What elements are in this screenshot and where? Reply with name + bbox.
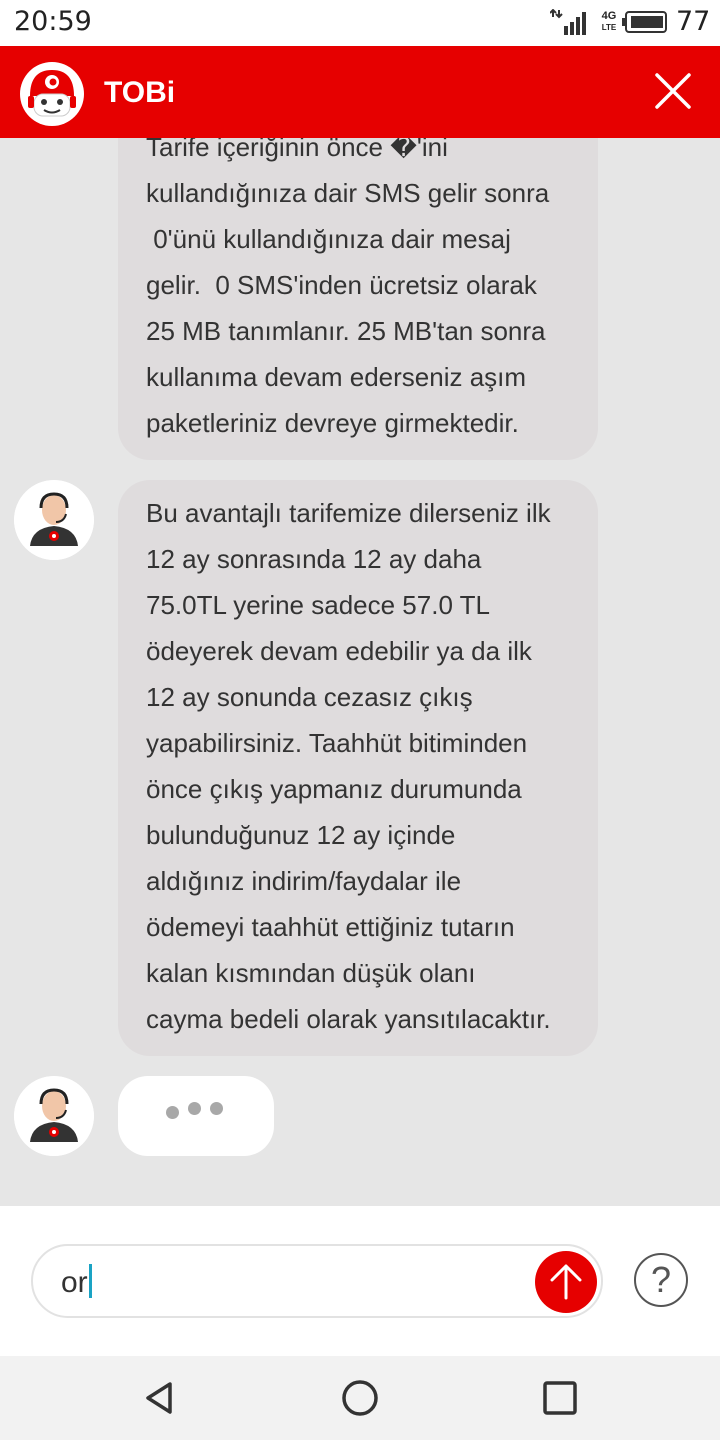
message-line: 75.0TL yerine sadece 57.0 TL — [146, 590, 491, 620]
status-time: 20:59 — [14, 6, 92, 37]
message-line: 25 MB tanımlanır. 25 MB'tan sonra — [146, 316, 546, 346]
typing-dot — [166, 1106, 179, 1119]
message-line: kullandığınıza dair SMS gelir sonra — [146, 178, 550, 208]
battery-level: 77 — [676, 6, 711, 37]
agent-avatar — [14, 480, 94, 560]
input-area: or — [0, 1206, 720, 1356]
message-line: gelir. 0 SMS'inden ücretsiz olarak — [146, 270, 537, 300]
message-line: cayma bedeli olarak yansıtılacaktır. — [146, 1004, 551, 1034]
typing-dot — [210, 1102, 223, 1115]
message-line: kullanıma devam ederseniz aşım — [146, 362, 527, 392]
tobi-avatar — [20, 62, 84, 126]
message-line: 12 ay sonrasında 12 ay daha — [146, 544, 482, 574]
message-line: Tarife içeriğinin önce �'ini — [146, 138, 448, 162]
help-button[interactable]: ? — [634, 1253, 688, 1307]
message-line: önce çıkış yapmanız durumunda — [146, 774, 522, 804]
agent-icon — [14, 480, 94, 560]
message-line: ödeyerek devam edebilir ya da ilk — [146, 636, 532, 666]
message-line: ödemeyi taahhüt ettiğiniz tutarın — [146, 912, 515, 942]
network-subtype: LTE — [601, 23, 617, 32]
chat-area[interactable]: Tarife içeriğinin önce �'ini kullandığın… — [0, 138, 720, 1206]
message-line: bulunduğunuz 12 ay içinde — [146, 820, 456, 850]
agent-avatar — [14, 1076, 94, 1156]
arrow-up-icon — [550, 1264, 582, 1300]
message-line: yapabilirsiniz. Taahhüt bitiminden — [146, 728, 528, 758]
signal-icon — [550, 9, 586, 35]
home-icon[interactable] — [340, 1378, 380, 1418]
typing-indicator — [118, 1076, 274, 1156]
message-line: paketleriniz devreye girmektedir. — [146, 408, 519, 438]
text-caret — [88, 1264, 92, 1298]
help-icon: ? — [650, 1259, 672, 1300]
message-line: kalan kısmından düşük olanı — [146, 958, 476, 988]
tobi-face-icon — [21, 63, 83, 125]
chat-message: Tarife içeriğinin önce �'ini kullandığın… — [118, 138, 598, 460]
send-button[interactable] — [535, 1251, 597, 1313]
nav-bar — [0, 1356, 720, 1440]
app-header: TOBi — [0, 46, 720, 138]
typing-dot — [188, 1102, 201, 1115]
back-icon[interactable] — [140, 1378, 180, 1418]
message-input-value: or — [61, 1266, 88, 1299]
message-line: Bu avantajlı tarifemize dilerseniz ilk — [146, 498, 551, 528]
message-input-text[interactable]: or — [61, 1264, 92, 1300]
close-icon[interactable] — [650, 68, 696, 114]
status-bar: 20:59 4G LTE 77 — [0, 0, 720, 46]
message-line: 0'ünü kullandığınıza dair mesaj — [146, 224, 511, 254]
lte-icon: 4G LTE — [598, 10, 620, 36]
header-title: TOBi — [104, 76, 176, 109]
message-line: 12 ay sonunda cezasız çıkış — [146, 682, 473, 712]
agent-icon — [14, 1076, 94, 1156]
message-input[interactable]: or — [31, 1244, 603, 1318]
battery-icon — [622, 11, 667, 33]
message-line: aldığınız indirim/faydalar ile — [146, 866, 462, 896]
recents-icon[interactable] — [540, 1378, 580, 1418]
chat-message: Bu avantajlı tarifemize dilerseniz ilk 1… — [118, 480, 598, 1056]
network-type: 4G — [601, 10, 617, 22]
